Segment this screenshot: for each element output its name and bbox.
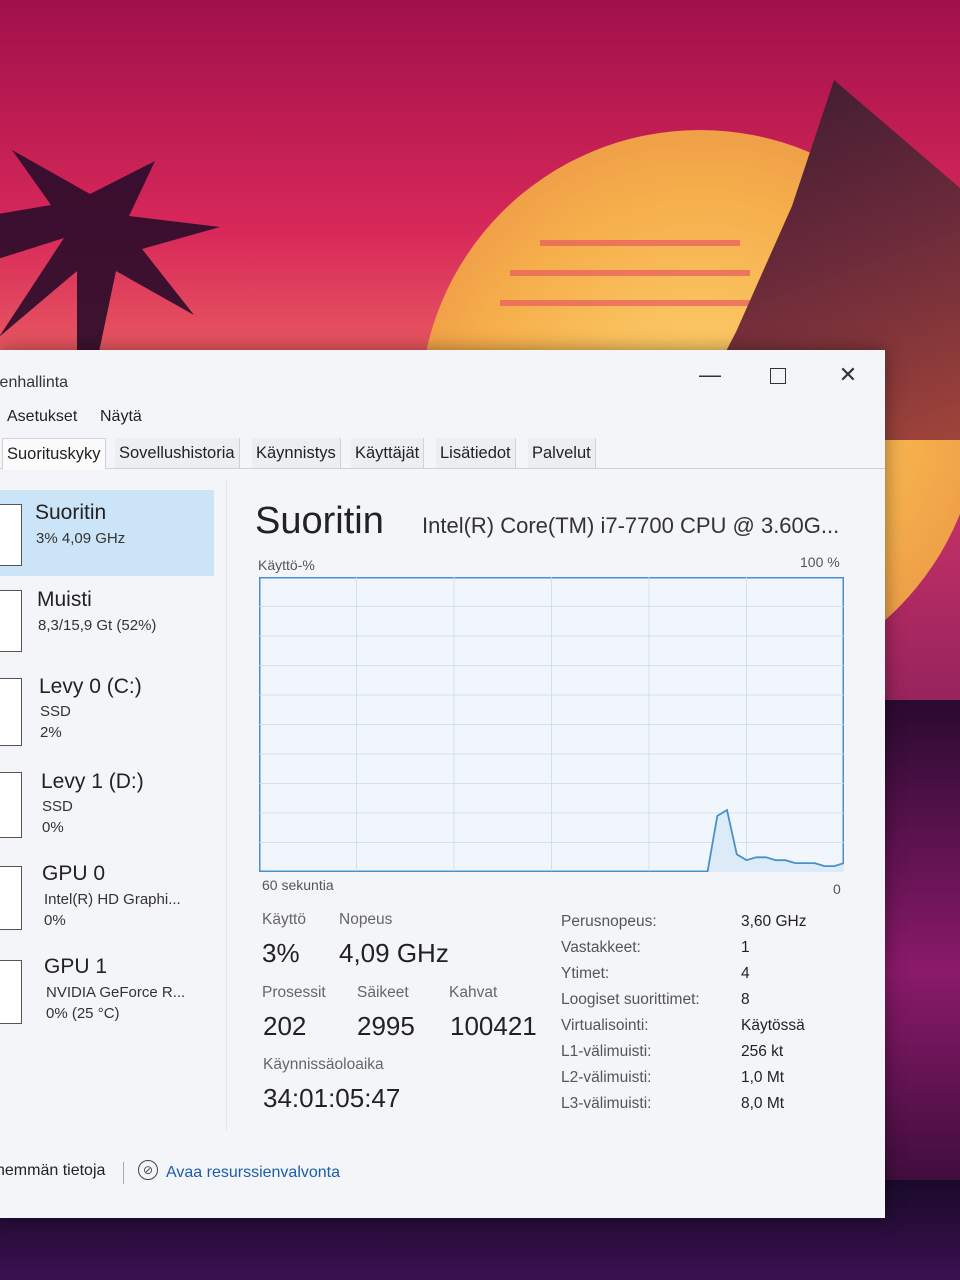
- gpu-thumbnail-graph: [0, 866, 22, 930]
- handles-label: Kahvat: [449, 984, 498, 1001]
- cpu-thumbnail-graph: [0, 504, 22, 566]
- title-bar[interactable]: ienhallinta — ✕: [0, 350, 885, 398]
- resource-item-muisti[interactable]: Muisti 8,3/15,9 Gt (52%): [0, 578, 214, 664]
- resource-detail: SSD: [40, 703, 71, 720]
- cpu-model-name: Intel(R) Core(TM) i7-7700 CPU @ 3.60G...: [422, 513, 840, 538]
- graph-y-max: 100 %: [800, 554, 840, 570]
- maximize-button[interactable]: [758, 360, 798, 390]
- resource-detail: SSD: [42, 798, 73, 815]
- uptime-value: 34:01:05:47: [263, 1083, 401, 1113]
- fewer-details-link[interactable]: hemmän tietoja: [0, 1162, 105, 1180]
- maximize-icon: [770, 368, 786, 384]
- resource-detail: 3% 4,09 GHz: [36, 530, 126, 547]
- resource-name: Levy 0 (C:): [39, 675, 142, 698]
- disk-thumbnail-graph: [0, 772, 22, 838]
- spec-value: 1,0 Mt: [741, 1069, 785, 1086]
- cpu-usage-graph: [259, 577, 844, 872]
- resource-name: GPU 0: [42, 862, 106, 885]
- tab-kaynnistys[interactable]: Käynnistys: [252, 438, 341, 468]
- spec-label: Ytimet:: [561, 965, 610, 982]
- tab-lisatiedot[interactable]: Lisätiedot: [436, 438, 516, 468]
- gpu-thumbnail-graph: [0, 960, 22, 1024]
- footer: hemmän tietoja ⊘ Avaa resurssienvalvonta: [0, 1158, 885, 1192]
- sun-stripe: [510, 270, 750, 276]
- spec-value: 4: [741, 965, 750, 982]
- spec-value: 3,60 GHz: [741, 913, 807, 930]
- spec-value: 8,0 Mt: [741, 1095, 785, 1112]
- spec-value: 1: [741, 939, 750, 956]
- page-title: Suoritin: [255, 500, 384, 542]
- spec-value: Käytössä: [741, 1017, 805, 1034]
- speed-value: 4,09 GHz: [339, 938, 449, 968]
- window-title: ienhallinta: [0, 374, 69, 391]
- tab-bar: Suorituskyky Sovellushistoria Käynnistys…: [0, 438, 885, 470]
- resource-name: Suoritin: [35, 501, 107, 524]
- spec-label: L2-välimuisti:: [561, 1069, 652, 1086]
- graph-y-label: Käyttö-%: [258, 557, 315, 573]
- resource-item-suoritin[interactable]: Suoritin 3% 4,09 GHz: [0, 490, 214, 576]
- resource-name: Levy 1 (D:): [41, 770, 144, 793]
- usage-value: 3%: [262, 938, 300, 968]
- graph-x-label: 60 sekuntia: [262, 877, 334, 893]
- wallpaper-palm-tree: [0, 150, 220, 370]
- resource-usage: 0%: [42, 819, 64, 836]
- menu-asetukset[interactable]: Asetukset: [7, 408, 77, 426]
- threads-label: Säikeet: [357, 984, 409, 1001]
- spec-value: 256 kt: [741, 1043, 784, 1060]
- resource-monitor-icon[interactable]: ⊘: [138, 1160, 158, 1180]
- spec-label: Loogiset suorittimet:: [561, 991, 700, 1008]
- spec-label: Vastakkeet:: [561, 939, 641, 956]
- resource-name: Muisti: [37, 588, 92, 611]
- resource-usage: 2%: [40, 724, 62, 741]
- resource-list: Suoritin 3% 4,09 GHz Muisti 8,3/15,9 Gt …: [0, 480, 220, 1130]
- spec-label: Perusnopeus:: [561, 913, 657, 930]
- menu-nayta[interactable]: Näytä: [100, 408, 142, 426]
- panel-divider[interactable]: [226, 480, 227, 1130]
- uptime-label: Käynnissäoloaika: [263, 1056, 384, 1073]
- resource-detail: 8,3/15,9 Gt (52%): [38, 617, 157, 634]
- resource-detail: Intel(R) HD Graphi...: [44, 891, 181, 908]
- close-button[interactable]: ✕: [828, 360, 868, 390]
- resource-usage: 0% (25 °C): [46, 1005, 120, 1022]
- tab-kayttajat[interactable]: Käyttäjät: [351, 438, 425, 468]
- processes-value: 202: [263, 1011, 307, 1041]
- tab-palvelut[interactable]: Palvelut: [528, 438, 596, 468]
- handles-value: 100421: [450, 1011, 537, 1041]
- resource-item-gpu-1[interactable]: GPU 1 NVIDIA GeForce R... 0% (25 °C): [0, 946, 214, 1032]
- tab-sovellushistoria[interactable]: Sovellushistoria: [115, 438, 240, 468]
- resource-item-levy-0[interactable]: Levy 0 (C:) SSD 2%: [0, 666, 214, 752]
- memory-thumbnail-graph: [0, 590, 22, 652]
- graph-y-min: 0: [833, 881, 841, 897]
- processes-label: Prosessit: [262, 984, 326, 1001]
- spec-value: 8: [741, 991, 750, 1008]
- sun-stripe: [500, 300, 760, 306]
- resource-usage: 0%: [44, 912, 66, 929]
- resource-item-gpu-0[interactable]: GPU 0 Intel(R) HD Graphi... 0%: [0, 852, 214, 938]
- task-manager-window: ienhallinta — ✕ Asetukset Näytä Suoritus…: [0, 350, 885, 1218]
- usage-label: Käyttö: [262, 911, 306, 928]
- spec-label: Virtualisointi:: [561, 1017, 649, 1034]
- resource-item-levy-1[interactable]: Levy 1 (D:) SSD 0%: [0, 760, 214, 846]
- disk-thumbnail-graph: [0, 678, 22, 746]
- spec-label: L3-välimuisti:: [561, 1095, 652, 1112]
- sun-stripe: [540, 240, 740, 246]
- footer-separator: [123, 1162, 124, 1184]
- speed-label: Nopeus: [339, 911, 393, 928]
- spec-label: L1-välimuisti:: [561, 1043, 652, 1060]
- minimize-button[interactable]: —: [690, 360, 730, 390]
- threads-value: 2995: [357, 1011, 415, 1041]
- tab-suorituskyky[interactable]: Suorituskyky: [2, 438, 106, 470]
- open-resource-monitor-link[interactable]: Avaa resurssienvalvonta: [166, 1164, 340, 1182]
- resource-detail: NVIDIA GeForce R...: [46, 984, 186, 1001]
- resource-name: GPU 1: [44, 955, 108, 978]
